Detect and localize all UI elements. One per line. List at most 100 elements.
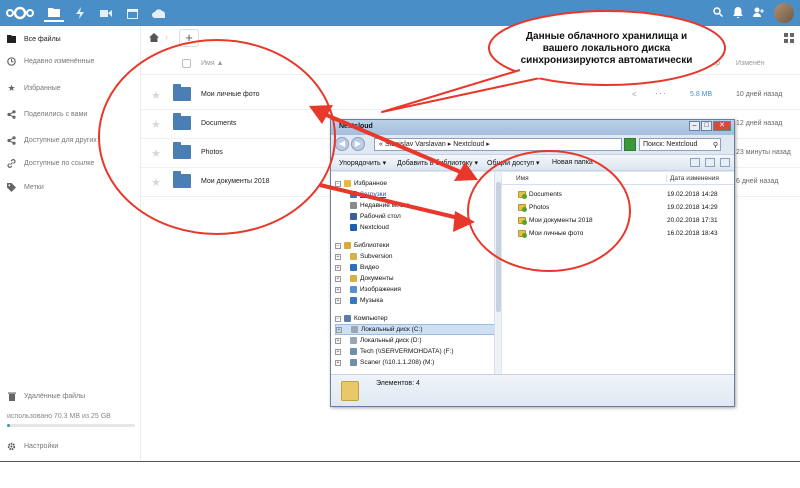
list-item[interactable]: Мои личные фото 16.02.2018 18:43 [502,228,734,240]
add-button[interactable]: + [179,29,199,47]
expand-toggle-icon[interactable]: + [335,337,341,344]
activity-app-icon[interactable] [70,4,90,22]
star-icon[interactable]: ★ [151,176,161,189]
list-item[interactable]: Photos 19.02.2018 14:29 [502,202,734,214]
file-modified: 12 дней назад [736,120,783,127]
home-icon[interactable] [149,33,159,44]
expand-toggle-icon[interactable]: + [335,297,341,304]
item-name: Documents [529,191,562,198]
calendar-app-icon[interactable] [122,4,142,22]
select-all-checkbox[interactable] [182,59,191,68]
search-input[interactable]: Поиск: Nextcloud ⚲ [639,138,721,151]
contacts-icon[interactable] [753,7,764,19]
nav-item[interactable]: + Локальный диск (D:) [335,335,422,346]
sidebar-item-trash[interactable]: Удалённые файлы [0,385,141,407]
star-icon[interactable]: ★ [151,118,161,131]
expand-toggle-icon[interactable]: − [335,315,341,322]
expand-toggle-icon[interactable]: + [335,264,341,271]
notifications-icon[interactable] [733,6,743,20]
more-icon[interactable]: ··· [655,88,667,98]
sidebar-item-recent[interactable]: Недавно изменённые [0,50,141,72]
share-icon [7,135,16,145]
file-name[interactable]: Photos [201,149,223,156]
maximize-button[interactable]: □ [701,121,712,131]
share-icon[interactable]: < [632,90,637,99]
nav-item-icon [350,348,357,355]
nav-item[interactable]: + Изображения [335,284,401,295]
scrollbar-thumb[interactable] [496,182,501,312]
nav-item[interactable]: + Subversion [335,251,393,262]
gear-icon [7,442,16,451]
nav-item[interactable]: + Scaner (\\10.1.1.208) (M:) [335,357,434,368]
nav-item[interactable]: − Компьютер [335,313,388,324]
minimize-button[interactable]: – [689,121,700,131]
grid-view-icon[interactable] [784,33,794,45]
sidebar-item-tags[interactable]: Метки [0,176,141,198]
expand-toggle-icon[interactable]: + [336,326,342,333]
table-row[interactable]: ★ Мои личные фото < ··· 5.8 MB 10 дней н… [141,81,800,110]
view-options-icon[interactable] [690,158,700,167]
navigation-scrollbar[interactable] [494,172,501,374]
nav-item[interactable]: Недавние места [335,200,410,211]
add-to-library-menu[interactable]: Добавить в библиотеку ▾ [397,159,478,167]
avatar[interactable] [774,3,794,23]
column-name[interactable]: Имя ▲ [201,60,224,67]
nav-item[interactable]: + Локальный диск (C:) [335,324,495,335]
list-item[interactable]: Мои документы 2018 20.02.2018 17:31 [502,215,734,227]
file-name[interactable]: Мои личные фото [201,91,260,98]
expand-toggle-icon[interactable]: + [335,275,341,282]
refresh-button[interactable] [624,138,636,151]
address-field[interactable]: « Stanislav Varslavan ▸ Nextcloud ▸ [374,138,622,151]
nav-item[interactable]: Рабочий стол [335,211,401,222]
sidebar-item-favorites[interactable]: ★ Избранные [0,77,141,99]
file-name[interactable]: Мои документы 2018 [201,178,270,185]
star-icon[interactable]: ★ [151,89,161,102]
nav-item[interactable]: Загрузки [335,189,386,200]
share-menu[interactable]: Общий доступ ▾ [487,159,540,167]
nav-item[interactable]: Nextcloud [335,222,389,233]
nav-item[interactable]: + Музыка [335,295,383,306]
nav-item[interactable]: + Tech (\\SERVERMOHDATA) (F:) [335,346,454,357]
expand-toggle-icon[interactable]: − [335,180,341,187]
explorer-file-list: Имя Дата изменения Documents 19.02.2018 … [502,172,734,374]
column-name[interactable]: Имя [516,175,529,182]
sidebar-item-shared-with-you[interactable]: Поделились с вами [0,103,141,125]
help-icon[interactable] [720,158,730,167]
expand-toggle-icon[interactable]: + [335,253,341,260]
sidebar-item-settings[interactable]: Настройки [0,435,141,457]
column-date[interactable]: Дата изменения [666,175,719,182]
column-modified[interactable]: Изменён [736,60,765,67]
cloud-app-icon[interactable] [148,4,168,22]
sidebar-item-label: Настройки [24,442,59,450]
file-name[interactable]: Documents [201,120,236,127]
nav-item[interactable]: + Видео [335,262,379,273]
sidebar-item-shared-by-link[interactable]: Доступные по ссылке [0,152,141,174]
expand-toggle-icon[interactable]: − [335,242,341,249]
nav-item[interactable]: + Документы [335,273,394,284]
files-app-icon[interactable] [44,4,64,22]
nav-item[interactable]: − Избранное [335,178,387,189]
forward-button[interactable]: ▶ [351,137,365,151]
sidebar-item-shared-with-others[interactable]: Доступные для других [0,129,141,151]
expand-toggle-icon[interactable]: + [335,348,341,355]
organize-menu[interactable]: Упорядочить ▾ [339,159,386,167]
nav-item-label: Загрузки [360,191,387,198]
nav-item[interactable]: − Библиотеки [335,240,389,251]
nextcloud-logo-icon[interactable] [5,5,35,21]
video-app-icon[interactable] [96,4,116,22]
expand-toggle-icon[interactable]: + [335,359,341,366]
star-icon[interactable]: ★ [151,147,161,160]
explorer-title-bar[interactable]: Nextcloud – □ ✕ [331,120,734,135]
window-title: Nextcloud [339,123,373,130]
sidebar-item-all-files[interactable]: Все файлы [0,28,141,50]
expand-toggle-icon[interactable]: + [335,286,341,293]
preview-pane-icon[interactable] [705,158,715,167]
list-item[interactable]: Documents 19.02.2018 14:28 [502,189,734,201]
new-folder-button[interactable]: Новая папка [552,159,593,166]
nav-item-icon [350,297,357,304]
close-button[interactable]: ✕ [713,121,731,131]
nav-item-label: Nextcloud [360,224,389,231]
search-icon[interactable] [713,7,724,19]
nav-item-label: Компьютер [354,315,388,322]
back-button[interactable]: ◀ [335,137,349,151]
